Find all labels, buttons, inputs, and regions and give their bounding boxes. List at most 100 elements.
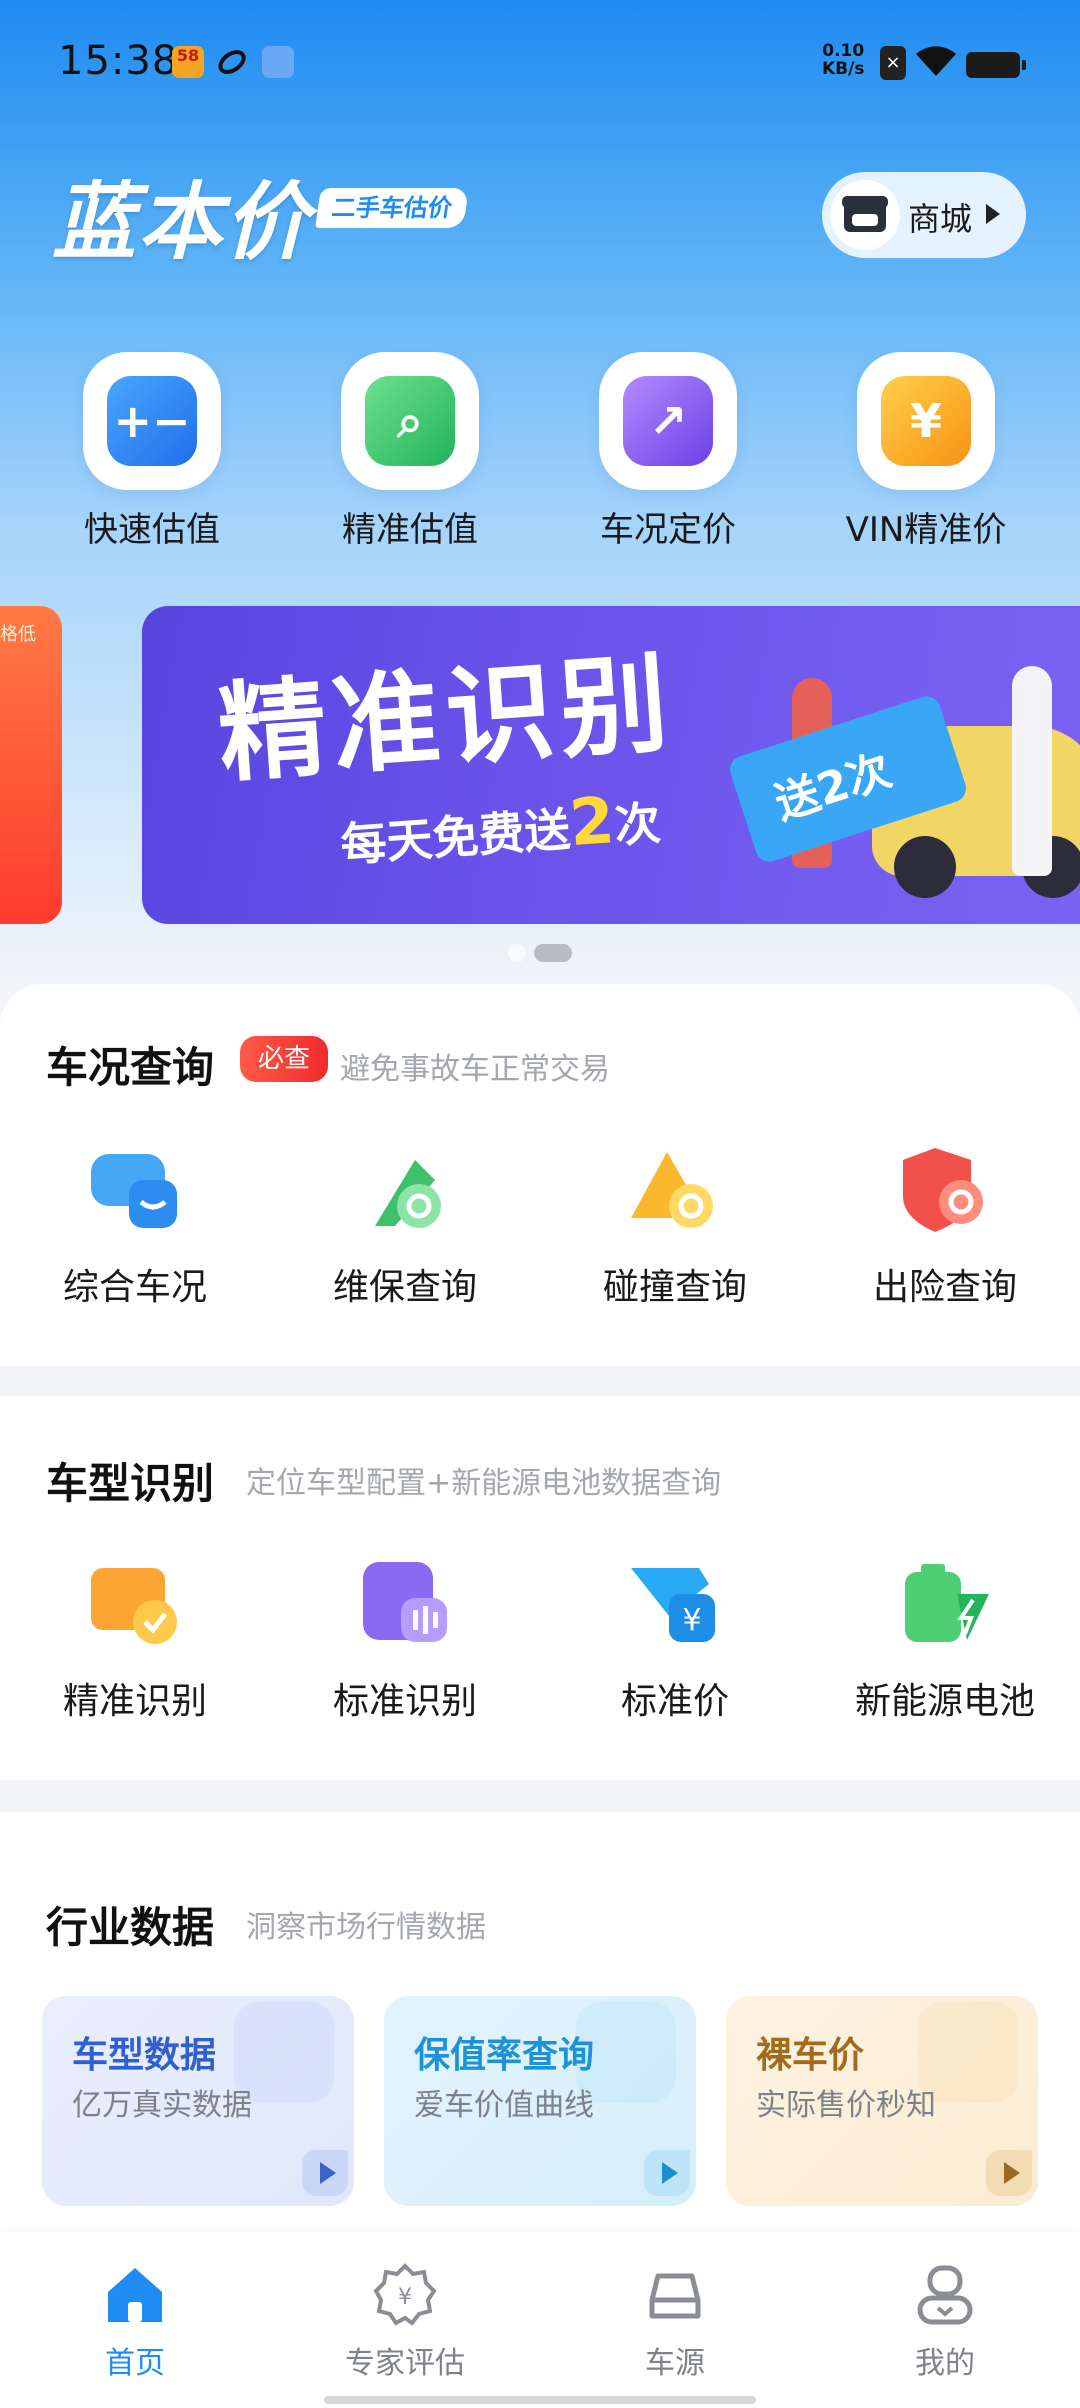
collision-warning-icon — [625, 1140, 725, 1240]
feature-maintenance-query[interactable]: 维保查询 — [270, 1140, 540, 1310]
data-card-desc: 实际售价秒知 — [756, 2088, 936, 2123]
model-title: 车型识别 — [46, 1459, 215, 1508]
banner-subtitle-suffix: 次 — [612, 795, 663, 853]
tab-profile[interactable]: 我的 — [810, 2262, 1080, 2382]
wifi-icon — [914, 44, 958, 78]
yen-icon: ¥ — [857, 352, 995, 490]
feature-collision-query[interactable]: 碰撞查询 — [540, 1140, 810, 1310]
store-icon — [830, 180, 900, 250]
58-app-icon: 58 — [172, 46, 204, 78]
quick-tool-label: 精准估值 — [342, 510, 478, 550]
feature-standard-recognition[interactable]: 标准识别 — [270, 1554, 540, 1724]
quick-tool-label: 快速估值 — [84, 510, 220, 550]
network-speed-value: 0.10 — [822, 41, 865, 61]
trend-icon: ↗ — [599, 352, 737, 490]
feature-label: 出险查询 — [872, 1267, 1017, 1308]
battery-charge-icon — [895, 1554, 995, 1654]
svg-text:¥: ¥ — [682, 1603, 701, 1638]
play-arrow-icon — [302, 2150, 348, 2196]
play-arrow-icon — [986, 2150, 1032, 2196]
feature-label: 新能源电池 — [854, 1681, 1035, 1722]
data-card-title: 保值率查询 — [414, 2035, 595, 2076]
data-card-retention-rate[interactable]: 保值率查询 爱车价值曲线 — [384, 1996, 696, 2206]
feature-car-report[interactable]: 综合车况 — [0, 1140, 270, 1310]
feature-ev-battery[interactable]: 新能源电池 — [810, 1554, 1080, 1724]
quick-tool-label: VIN精准价 — [845, 510, 1007, 550]
industry-subtitle: 洞察市场行情数据 — [246, 1910, 486, 1945]
play-arrow-icon — [644, 2150, 690, 2196]
insurance-shield-icon — [895, 1140, 995, 1240]
industry-title: 行业数据 — [46, 1903, 215, 1952]
car-report-icon — [85, 1140, 185, 1240]
shop-button[interactable]: 商城 — [822, 172, 1026, 258]
feature-standard-price[interactable]: ¥ 标准价 — [540, 1554, 810, 1724]
price-tag-icon: ¥ — [625, 1554, 725, 1654]
battery-icon — [966, 52, 1026, 78]
quick-tool-fast-valuation[interactable]: +− 快速估值 — [52, 352, 252, 551]
condition-subtitle: 避免事故车正常交易 — [340, 1052, 610, 1087]
banner-previous-slide[interactable]: 格低 — [0, 606, 62, 924]
banner-subtitle-prefix: 每天免费送 — [338, 802, 573, 873]
banner-subtitle: 每天免费送2次 — [338, 781, 663, 877]
expert-badge-icon: ¥ — [372, 2262, 438, 2328]
swirl-app-icon — [216, 46, 248, 78]
home-indicator[interactable] — [324, 2396, 756, 2404]
status-time: 15:38 — [58, 38, 179, 84]
sim-icon: × — [880, 46, 906, 80]
magnifier-icon: ⌕ — [341, 352, 479, 490]
app-badge-text: 58 — [176, 46, 200, 65]
tab-home[interactable]: 首页 — [0, 2262, 270, 2382]
chevron-right-icon — [986, 204, 1000, 224]
ticket-text: 送2次 — [768, 744, 898, 831]
feature-label: 综合车况 — [62, 1267, 207, 1308]
quick-tool-vin-price[interactable]: ¥ VIN精准价 — [826, 352, 1026, 551]
data-card-desc: 爱车价值曲线 — [414, 2088, 594, 2123]
feature-insurance-query[interactable]: 出险查询 — [810, 1140, 1080, 1310]
data-card-title: 裸车价 — [756, 2035, 865, 2076]
data-card-title: 车型数据 — [72, 2035, 217, 2076]
network-speed: 0.10 KB/s — [822, 42, 864, 78]
banner-title: 精准识别 — [214, 641, 678, 798]
svg-text:¥: ¥ — [398, 2285, 412, 2310]
app-logo: 蓝本价 — [52, 173, 311, 271]
feature-precise-recognition[interactable]: 精准识别 — [0, 1554, 270, 1724]
feature-label: 碰撞查询 — [602, 1267, 747, 1308]
tab-label: 车源 — [645, 2346, 705, 2381]
banner-pagination — [508, 944, 572, 962]
tab-car-source[interactable]: 车源 — [540, 2262, 810, 2382]
car-icon — [642, 2262, 708, 2328]
tab-label: 专家评估 — [345, 2346, 465, 2381]
banner-previous-text: 格低 — [0, 624, 36, 645]
home-icon — [102, 2262, 168, 2328]
data-card-bare-car-price[interactable]: 裸车价 实际售价秒知 — [726, 1996, 1038, 2206]
tab-label: 首页 — [105, 2346, 165, 2381]
feature-label: 标准识别 — [332, 1681, 477, 1722]
logo-tag: 二手车估价 — [315, 188, 469, 228]
voice-scan-icon — [355, 1554, 455, 1654]
ticket-app-icon — [262, 46, 294, 78]
quick-tool-condition-pricing[interactable]: ↗ 车况定价 — [568, 352, 768, 551]
data-card-model-data[interactable]: 车型数据 亿万真实数据 — [42, 1996, 354, 2206]
status-bar: 15:38 58 0.10 KB/s × — [0, 0, 1080, 130]
pagination-dot — [508, 944, 526, 962]
tab-label: 我的 — [915, 2346, 975, 2381]
shop-label: 商城 — [908, 200, 973, 238]
folder-check-icon — [85, 1554, 185, 1654]
model-subtitle: 定位车型配置+新能源电池数据查询 — [246, 1466, 722, 1501]
wrench-search-icon — [355, 1140, 455, 1240]
tab-expert-evaluation[interactable]: ¥ 专家评估 — [270, 2262, 540, 2382]
feature-label: 标准价 — [620, 1681, 729, 1722]
feature-label: 精准识别 — [62, 1681, 207, 1722]
condition-title: 车况查询 — [46, 1043, 215, 1092]
pagination-dot-active — [534, 944, 572, 962]
profile-icon — [912, 2262, 978, 2328]
banner-subtitle-number: 2 — [567, 784, 617, 862]
wheel-illustration — [894, 836, 956, 898]
network-speed-unit: KB/s — [822, 59, 865, 79]
quick-tool-precise-valuation[interactable]: ⌕ 精准估值 — [310, 352, 510, 551]
person-illustration — [1012, 666, 1052, 876]
promo-banner[interactable]: 精准识别 每天免费送2次 送2次 — [142, 606, 1080, 924]
feature-label: 维保查询 — [332, 1267, 477, 1308]
data-card-desc: 亿万真实数据 — [72, 2088, 252, 2123]
bottom-tab-bar: 首页 ¥ 专家评估 车源 我的 — [0, 2232, 1080, 2408]
